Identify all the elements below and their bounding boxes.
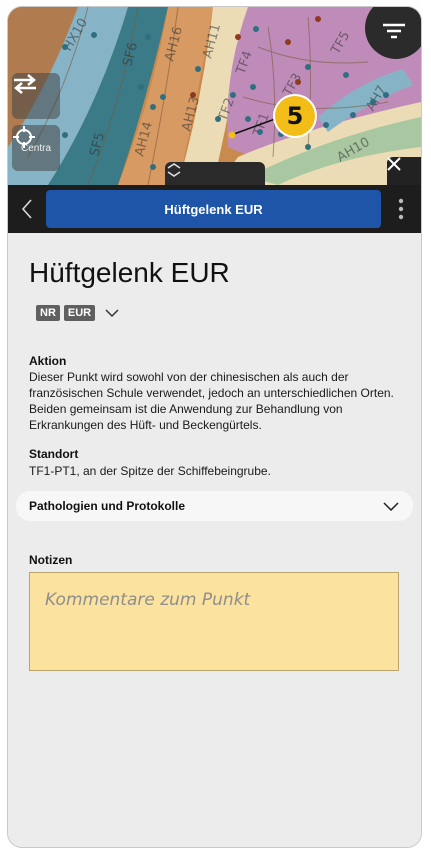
standort-label: Standort — [29, 447, 79, 461]
standort-text: TF1-PT1, an der Spitze der Schiffebeingr… — [29, 464, 271, 478]
point-detail: Hüftgelenk EUR NR EUR Aktion Dieser Punk… — [8, 233, 421, 847]
crosshair-icon — [13, 126, 35, 148]
detail-header: Hüftgelenk EUR — [8, 185, 421, 233]
back-button[interactable] — [8, 185, 46, 233]
aktion-label: Aktion — [29, 354, 67, 368]
notes-label: Notizen — [29, 553, 73, 567]
point-marker[interactable]: 5 — [275, 96, 315, 136]
expand-arrows-icon — [167, 163, 181, 177]
aktion-text: Dieser Punkt wird sowohl von der chinesi… — [29, 370, 394, 432]
tag-nr: NR — [36, 305, 60, 321]
header-title: Hüftgelenk EUR — [46, 190, 381, 228]
swap-arrows-icon — [14, 74, 36, 94]
chevron-down-icon — [383, 501, 399, 511]
centra-button[interactable]: Centra — [12, 125, 60, 171]
accordion-label: Pathologien und Protokolle — [29, 499, 185, 513]
filter-icon — [383, 23, 405, 39]
vertical-dots-icon — [398, 198, 404, 220]
close-icon — [387, 157, 401, 171]
app-screen: HX10 SF6 AH16 AH11 TF4 TF5 AH13 TF2 TF3 … — [8, 7, 421, 847]
close-button[interactable] — [387, 157, 421, 185]
chevron-left-icon — [21, 199, 32, 219]
point-title: Hüftgelenk EUR — [29, 257, 230, 288]
more-options-button[interactable] — [381, 185, 421, 233]
swap-button[interactable] — [12, 73, 60, 119]
point-tags[interactable]: NR EUR — [36, 305, 119, 321]
chevron-down-icon[interactable] — [105, 308, 119, 318]
panel-drag-handle[interactable] — [165, 162, 265, 185]
tag-eur: EUR — [63, 305, 96, 321]
ear-map[interactable]: HX10 SF6 AH16 AH11 TF4 TF5 AH13 TF2 TF3 … — [8, 7, 421, 185]
pathologies-accordion[interactable]: Pathologien und Protokolle — [16, 491, 413, 521]
notes-textarea[interactable] — [29, 572, 399, 671]
ear-map-canvas: HX10 SF6 AH16 AH11 TF4 TF5 AH13 TF2 TF3 … — [8, 7, 421, 185]
